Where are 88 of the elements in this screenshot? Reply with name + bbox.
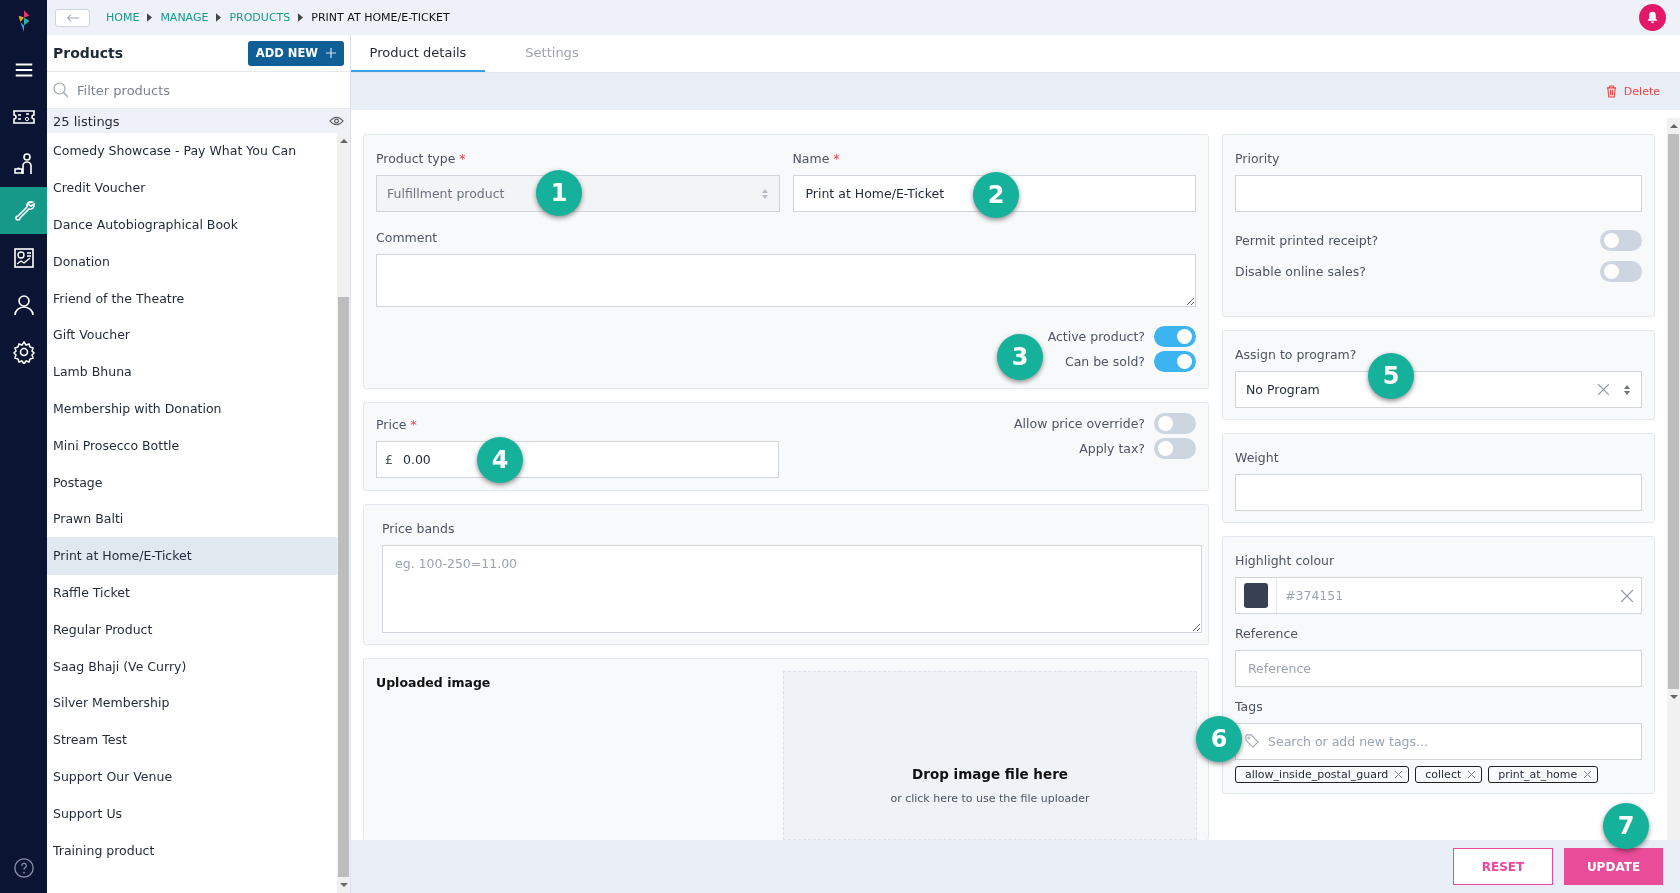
sort-arrows-icon [760, 187, 769, 200]
priority-field[interactable] [1235, 175, 1642, 212]
chevron-icon [298, 13, 304, 22]
product-list-item[interactable]: Support Our Venue [47, 757, 337, 796]
product-list-item[interactable]: Gift Voucher [47, 316, 337, 354]
chevron-icon [216, 13, 222, 22]
price-bands-field[interactable]: eg. 100-250=11.00 [382, 545, 1202, 633]
sort-arrows-icon [1623, 383, 1631, 396]
toggle-switch[interactable] [1154, 326, 1196, 347]
product-list-item[interactable]: Training product [47, 831, 337, 869]
user-icon [11, 292, 36, 317]
product-list-item[interactable]: Friend of the Theatre [47, 279, 337, 317]
back-arrow-icon [65, 12, 80, 23]
field-label: Assign to program? [1235, 347, 1358, 362]
toggle-label: Permit printed receipt? [1235, 233, 1379, 248]
field-label: Tags [1235, 699, 1264, 714]
field-label: Price * [376, 417, 418, 432]
toggle-switch[interactable] [1600, 230, 1642, 251]
clear-icon[interactable] [1598, 384, 1609, 395]
field-label: Priority [1235, 151, 1281, 166]
back-button[interactable] [55, 8, 90, 27]
tags-field[interactable]: Search or add new tags... [1235, 723, 1642, 760]
tag-icon [1245, 734, 1259, 748]
help-icon[interactable] [12, 857, 35, 879]
product-list-item[interactable]: Support Us [47, 794, 337, 833]
step-marker: 7 [1603, 803, 1649, 849]
toggle-switch[interactable] [1154, 413, 1196, 434]
product-list-item[interactable]: Postage [47, 463, 337, 501]
product-list-item[interactable]: Mini Prosecco Bottle [47, 426, 337, 465]
panel-title: Products [53, 45, 124, 61]
tag-chip: collect [1415, 766, 1483, 783]
remove-icon[interactable] [1584, 771, 1592, 778]
product-list-item[interactable]: Print at Home/E-Ticket [47, 536, 337, 575]
eye-icon[interactable] [329, 116, 344, 126]
product-list-item[interactable]: Stream Test [47, 720, 337, 759]
add-new-button[interactable]: ADD NEW [247, 40, 344, 66]
breadcrumb-current: PRINT AT HOME/E-TICKET [311, 11, 450, 24]
product-list-item[interactable]: Donation [47, 242, 337, 281]
field-label: Highlight colour [1235, 553, 1336, 568]
product-list-item[interactable]: Regular Product [47, 610, 337, 649]
toggle-label: Active product? [1047, 329, 1145, 344]
bell-icon [1646, 11, 1659, 24]
product-list-item[interactable]: Membership with Donation [47, 389, 337, 428]
search-icon [53, 82, 69, 98]
field-label: Product type * [376, 151, 467, 166]
field-label: Reference [1235, 626, 1299, 641]
report-icon [11, 245, 36, 270]
scrollbar[interactable] [1667, 118, 1680, 840]
toggle-label: Allow price override? [1014, 416, 1145, 431]
chevron-icon [147, 13, 153, 22]
settings-icon [11, 339, 36, 364]
toggle-switch[interactable] [1600, 261, 1642, 282]
listing-count: 25 listings [53, 113, 120, 129]
update-button[interactable]: UPDATE [1564, 848, 1663, 885]
remove-icon[interactable] [1395, 771, 1403, 778]
toggle-label: Disable online sales? [1235, 264, 1366, 279]
section-title: Uploaded image [376, 675, 491, 692]
field-label: Comment [376, 230, 439, 245]
toggle-label: Can be sold? [1064, 354, 1145, 369]
toggle-switch[interactable] [1154, 351, 1196, 372]
toggle-switch[interactable] [1154, 438, 1196, 459]
clear-icon[interactable] [1621, 589, 1633, 602]
comment-field[interactable] [376, 254, 1196, 307]
product-list-item[interactable]: Prawn Balti [47, 499, 337, 538]
remove-icon[interactable] [1468, 771, 1476, 778]
product-list-item[interactable]: Credit Voucher [47, 168, 337, 207]
product-list-item[interactable]: Lamb Bhuna [47, 352, 337, 391]
reset-button[interactable]: RESET [1453, 848, 1553, 885]
product-list-item[interactable]: Comedy Showcase - Pay What You Can [47, 133, 337, 170]
product-list-item[interactable]: Raffle Ticket [47, 573, 337, 612]
plus-icon [326, 48, 336, 58]
filter-field[interactable]: Filter products [75, 81, 344, 99]
scrollbar[interactable] [337, 133, 350, 893]
colour-swatch[interactable] [1244, 583, 1268, 608]
reference-field[interactable]: Reference [1235, 650, 1642, 687]
toggle-label: Apply tax? [1079, 441, 1145, 456]
product-list-item[interactable]: Silver Membership [47, 683, 337, 722]
trash-icon [1605, 85, 1617, 98]
notification-button[interactable] [1639, 4, 1666, 31]
field-label: Price bands [382, 521, 456, 536]
field-label: Name * [792, 151, 841, 166]
product-list-item[interactable]: Dance Autobiographical Book [47, 205, 337, 244]
drop-zone[interactable]: Drop image file here or click here to use the file uploader [783, 671, 1197, 840]
product-list-item[interactable]: Saag Bhaji (Ve Curry) [47, 647, 337, 685]
tag-chip: allow_inside_postal_guard [1235, 766, 1410, 783]
tag-chip: print_at_home [1488, 766, 1599, 783]
weight-field[interactable] [1235, 474, 1642, 511]
field-label: Weight [1235, 450, 1280, 465]
